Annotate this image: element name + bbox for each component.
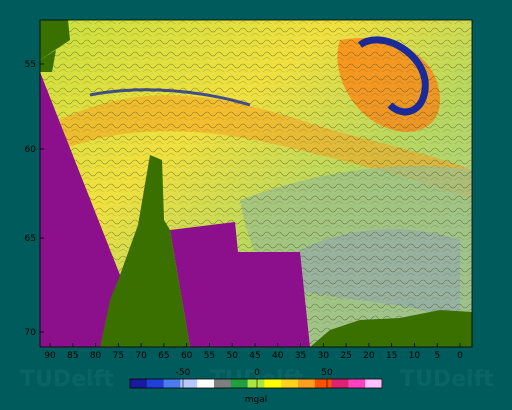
colorbar-tick-label: 50: [321, 368, 333, 378]
colorbar-cell: [230, 379, 249, 388]
y-tick-label: 60: [25, 145, 37, 155]
watermark-text: TUDelft: [20, 367, 114, 392]
x-tick-label: 45: [249, 351, 260, 361]
x-tick-label: 15: [386, 351, 397, 361]
colorbar-cell: [130, 379, 148, 388]
x-tick-label: 85: [67, 351, 78, 361]
x-tick-label: 20: [363, 351, 375, 361]
colorbar-cell: [298, 379, 316, 388]
watermark-text: TUDelft: [400, 367, 494, 392]
x-tick-label: 40: [272, 351, 284, 361]
colorbar-cell: [365, 379, 383, 388]
x-tick-label: 50: [226, 351, 238, 361]
x-tick-label: 80: [90, 351, 102, 361]
colorbar-cell: [197, 379, 215, 388]
x-tick-label: 35: [295, 351, 306, 361]
x-tick-label: 55: [204, 351, 215, 361]
colorbar-cell: [264, 379, 282, 388]
y-tick-label: 65: [25, 234, 36, 244]
x-tick-label: 10: [409, 351, 421, 361]
colorbar-cell: [314, 379, 333, 388]
x-tick-label: 0: [457, 351, 463, 361]
x-tick-label: 65: [158, 351, 169, 361]
x-tick-label: 70: [135, 351, 147, 361]
map-figure: TUDelft TUDelft TUDelft: [0, 0, 512, 410]
y-tick-label: 55: [25, 60, 36, 70]
colorbar: -50 0 50 mgal: [129, 368, 383, 405]
y-tick-label: 70: [25, 328, 37, 338]
colorbar-cell: [331, 379, 349, 388]
gravity-anomaly-map: TUDelft TUDelft TUDelft: [20, 19, 494, 405]
colorbar-cell: [281, 379, 299, 388]
colorbar-unit-label: mgal: [245, 395, 268, 405]
colorbar-cell: [214, 379, 232, 388]
colorbar-cell: [348, 379, 366, 388]
colorbar-tick-label: -50: [176, 368, 191, 378]
x-tick-label: 90: [44, 351, 56, 361]
x-tick-label: 25: [340, 351, 351, 361]
x-tick-label: 60: [181, 351, 193, 361]
map-plot-area: [40, 20, 472, 347]
colorbar-tick-label: 0: [254, 368, 260, 378]
x-tick-label: 75: [113, 351, 124, 361]
colorbar-cell: [163, 379, 181, 388]
colorbar-cell: [146, 379, 165, 388]
x-tick-label: 30: [318, 351, 330, 361]
colorbar-cell: [247, 379, 265, 388]
x-tick-label: 5: [434, 351, 440, 361]
